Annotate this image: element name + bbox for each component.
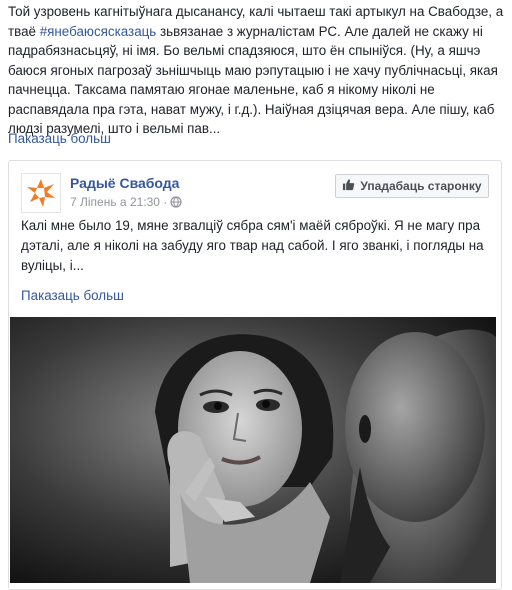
post-text: Той узровень кагнітыўнага дысанансу, кал…: [8, 2, 504, 139]
post-date-text[interactable]: 7 Ліпень а 21:30 ·: [70, 195, 167, 209]
post-date[interactable]: 7 Ліпень а 21:30 ·: [70, 195, 182, 211]
radio-svaboda-logo-icon[interactable]: [21, 173, 61, 213]
thumbs-up-icon: [342, 178, 355, 194]
like-page-button[interactable]: Упадабаць старонку: [335, 174, 489, 198]
shared-see-more-link[interactable]: Паказаць больш: [21, 288, 124, 303]
globe-icon: [170, 196, 182, 211]
page-name-link[interactable]: Радыё Свабода: [70, 175, 179, 191]
see-more-link[interactable]: Паказаць больш: [8, 131, 111, 146]
hashtag-link[interactable]: #янебаюсясказаць: [40, 24, 157, 39]
post-text-end: зьвязанае з журналістам РС. Але далей не…: [8, 23, 498, 137]
like-page-label: Упадабаць старонку: [360, 179, 482, 193]
shared-post-card: Радыё Свабода 7 Ліпень а 21:30 · Упадаба…: [8, 160, 502, 590]
post-photo[interactable]: [10, 317, 496, 583]
shared-post-text: Калі мне было 19, мяне згвалціў сябра ся…: [21, 218, 484, 273]
